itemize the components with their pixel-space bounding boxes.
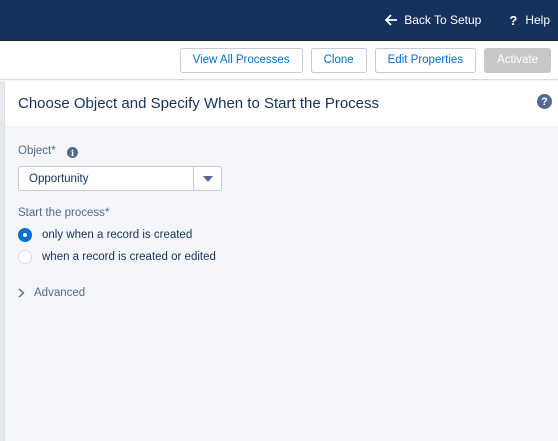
advanced-toggle[interactable]: Advanced xyxy=(18,287,85,299)
page-title: Choose Object and Specify When to Start … xyxy=(18,95,380,112)
activate-button[interactable]: Activate xyxy=(484,47,551,73)
back-to-setup-link[interactable]: Back To Setup xyxy=(385,13,481,27)
radio-option-created-or-edited[interactable]: when a record is created or edited xyxy=(18,250,216,264)
view-all-processes-button[interactable]: View All Processes xyxy=(179,47,303,73)
info-icon[interactable]: i xyxy=(67,147,78,158)
radio-label: when a record is created or edited xyxy=(42,251,216,263)
radio-button-selected[interactable] xyxy=(18,228,32,242)
edit-properties-button[interactable]: Edit Properties xyxy=(374,47,477,73)
help-link[interactable]: ? Help xyxy=(509,13,550,28)
radio-option-created[interactable]: only when a record is created xyxy=(18,228,192,242)
required-asterisk: * xyxy=(104,207,110,219)
object-select[interactable]: Opportunity xyxy=(18,166,222,191)
object-label-text: Object xyxy=(18,145,52,157)
advanced-label: Advanced xyxy=(34,287,86,299)
panel-body: Object* i Opportunity Start the process*… xyxy=(5,126,558,441)
help-label: Help xyxy=(525,13,550,27)
arrow-left-icon xyxy=(385,14,398,26)
radio-label: only when a record is created xyxy=(42,229,193,241)
clone-button[interactable]: Clone xyxy=(310,47,367,73)
global-header: Back To Setup ? Help xyxy=(0,0,558,40)
back-to-setup-label: Back To Setup xyxy=(404,13,482,27)
chevron-right-icon xyxy=(18,288,25,298)
panel-header: Choose Object and Specify When to Start … xyxy=(5,81,558,126)
start-process-label-text: Start the process xyxy=(18,207,105,219)
start-process-label: Start the process* xyxy=(18,207,109,219)
chevron-down-icon[interactable] xyxy=(203,176,213,182)
help-icon[interactable]: ? xyxy=(537,94,552,109)
select-divider xyxy=(193,167,194,190)
radio-button[interactable] xyxy=(18,250,32,264)
process-toolbar: View All Processes Clone Edit Properties… xyxy=(0,40,558,80)
object-label: Object* xyxy=(18,145,56,157)
question-icon: ? xyxy=(509,12,518,28)
required-asterisk: * xyxy=(51,145,56,157)
object-select-value: Opportunity xyxy=(29,172,89,185)
